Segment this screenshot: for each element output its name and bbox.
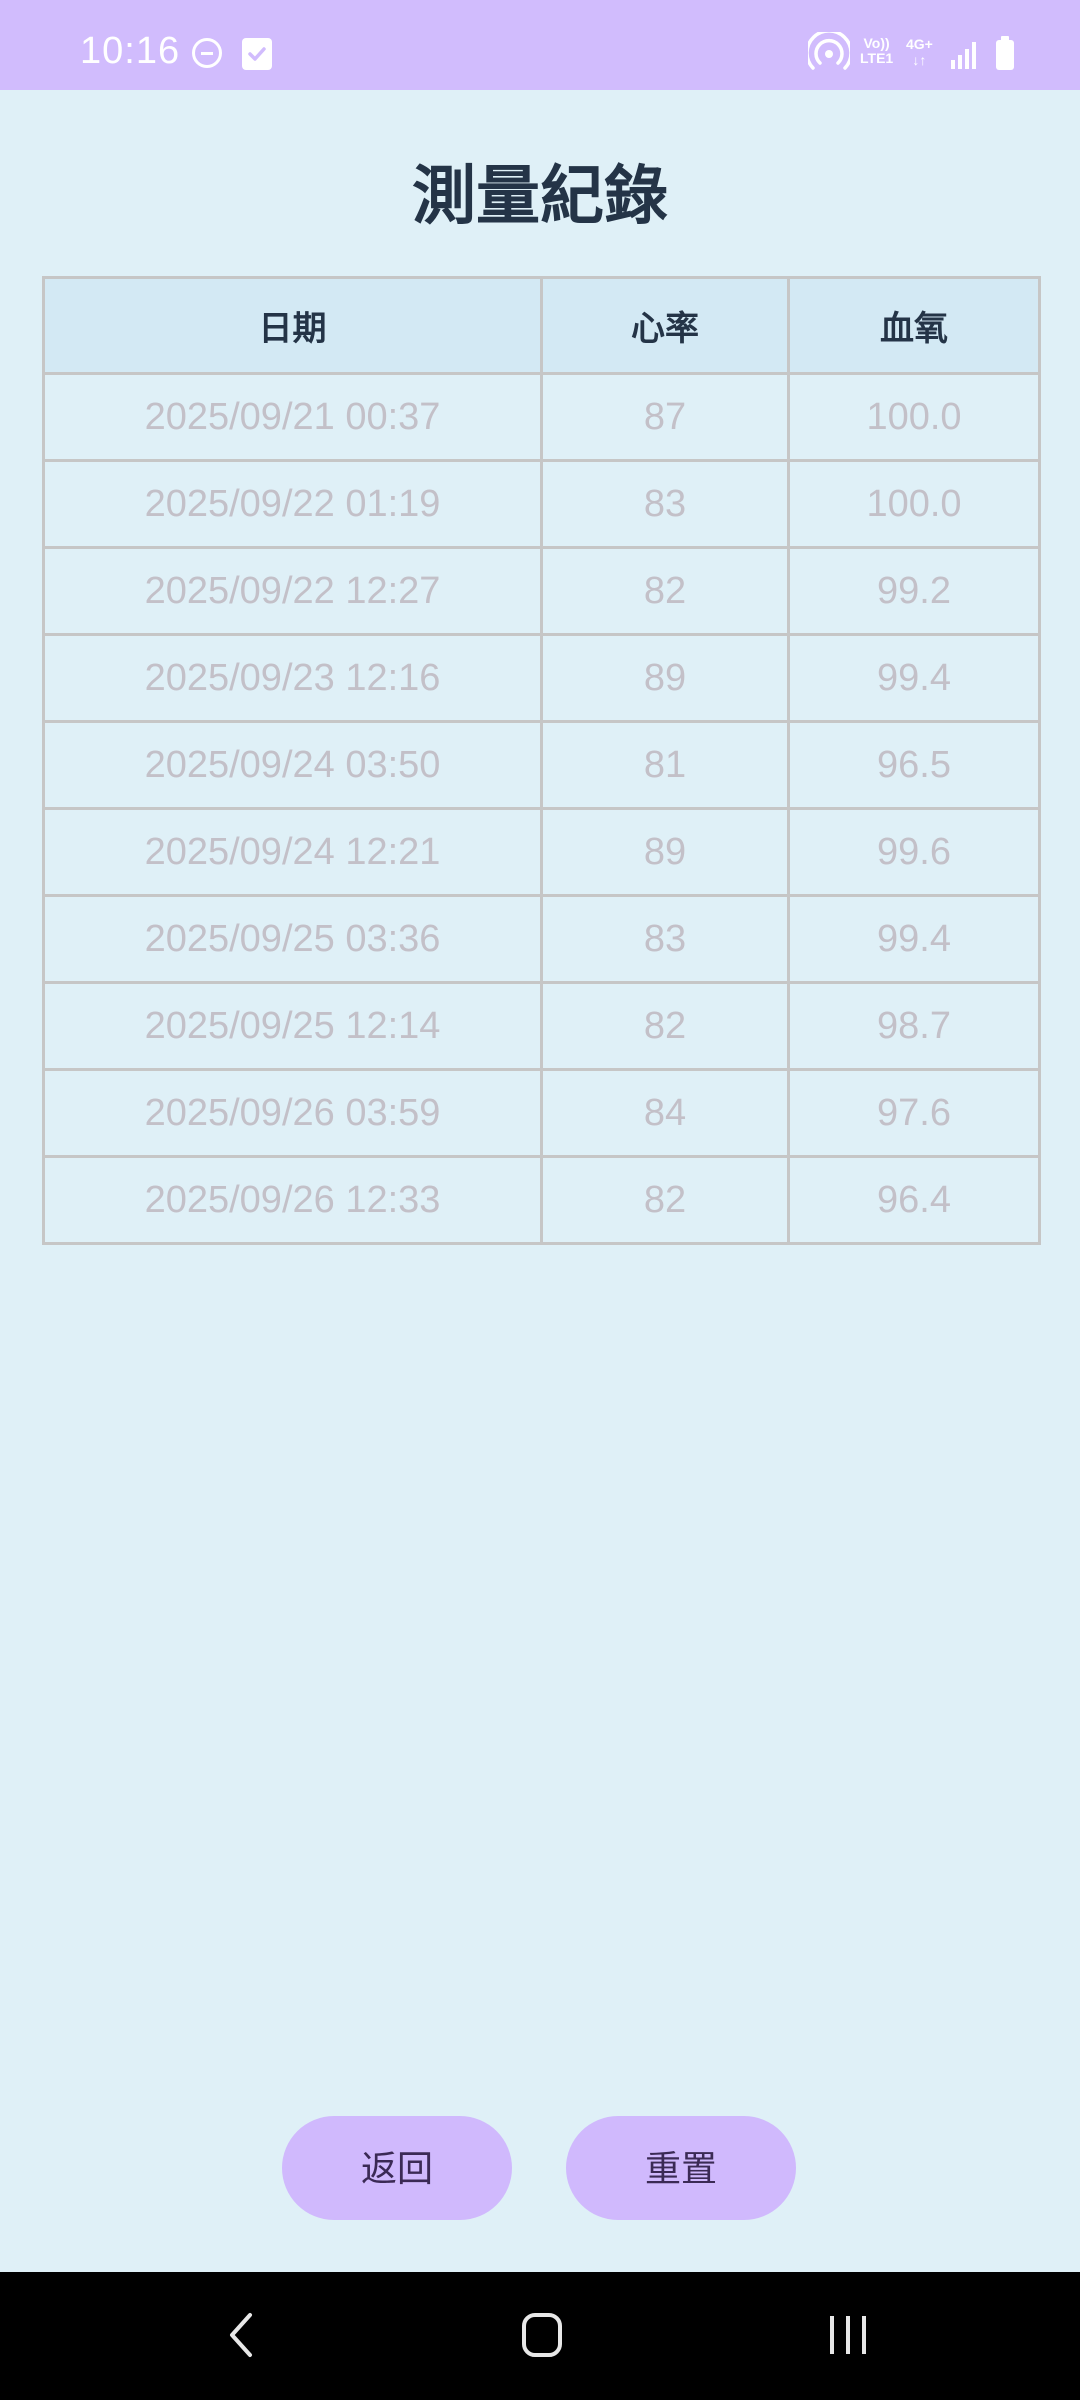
cell-heart-rate: 81: [540, 720, 790, 810]
records-table: 日期 心率 血氧 2025/09/21 00:37 87 100.0 2025/…: [42, 276, 1041, 1245]
table-row: 2025/09/24 03:50 81 96.5: [42, 720, 1041, 810]
page-title: 測量紀錄: [412, 160, 668, 234]
table-header-row: 日期 心率 血氧: [42, 276, 1041, 375]
hotspot-icon: [805, 29, 853, 76]
network-type-icon: 4G+ ↓↑: [906, 36, 933, 68]
header-date: 日期: [42, 276, 543, 375]
battery-icon: [996, 36, 1014, 70]
cell-date: 2025/09/25 12:14: [42, 981, 543, 1071]
checklist-notification-icon: [242, 38, 272, 70]
table-row: 2025/09/26 03:59 84 97.6: [42, 1068, 1041, 1158]
cell-heart-rate: 83: [540, 459, 790, 549]
cell-date: 2025/09/24 12:21: [42, 807, 543, 897]
signal-strength-icon: [950, 40, 980, 74]
navigation-bar: [0, 2272, 1080, 2400]
cell-blood-oxygen: 97.6: [787, 1068, 1041, 1158]
cell-date: 2025/09/22 12:27: [42, 546, 543, 636]
table-row: 2025/09/22 01:19 83 100.0: [42, 459, 1041, 549]
table-row: 2025/09/25 03:36 83 99.4: [42, 894, 1041, 984]
cell-heart-rate: 82: [540, 981, 790, 1071]
back-button[interactable]: 返回: [282, 2116, 512, 2220]
cell-blood-oxygen: 99.4: [787, 894, 1041, 984]
cell-blood-oxygen: 96.4: [787, 1155, 1041, 1245]
status-time: 10:16: [80, 30, 181, 72]
cell-heart-rate: 87: [540, 372, 790, 462]
table-row: 2025/09/25 12:14 82 98.7: [42, 981, 1041, 1071]
table-row: 2025/09/23 12:16 89 99.4: [42, 633, 1041, 723]
cell-heart-rate: 82: [540, 1155, 790, 1245]
cell-date: 2025/09/24 03:50: [42, 720, 543, 810]
cell-blood-oxygen: 99.2: [787, 546, 1041, 636]
status-bar: 10:16 Vo)) LTE1 4G+ ↓↑: [0, 0, 1080, 90]
cell-blood-oxygen: 100.0: [787, 372, 1041, 462]
header-heart-rate: 心率: [540, 276, 790, 375]
table-row: 2025/09/21 00:37 87 100.0: [42, 372, 1041, 462]
header-blood-oxygen: 血氧: [787, 276, 1041, 375]
network-type-label: 4G+: [906, 36, 933, 52]
cell-date: 2025/09/26 03:59: [42, 1068, 543, 1158]
volte-bottom-label: LTE1: [860, 50, 894, 66]
home-icon[interactable]: [521, 2312, 563, 2362]
cell-date: 2025/09/22 01:19: [42, 459, 543, 549]
cell-heart-rate: 82: [540, 546, 790, 636]
cell-blood-oxygen: 99.4: [787, 633, 1041, 723]
cell-blood-oxygen: 99.6: [787, 807, 1041, 897]
cell-date: 2025/09/25 03:36: [42, 894, 543, 984]
network-arrows-label: ↓↑: [912, 52, 927, 68]
recent-apps-icon[interactable]: [826, 2314, 870, 2360]
table-row: 2025/09/22 12:27 82 99.2: [42, 546, 1041, 636]
cell-heart-rate: 89: [540, 807, 790, 897]
cell-date: 2025/09/26 12:33: [42, 1155, 543, 1245]
cell-blood-oxygen: 96.5: [787, 720, 1041, 810]
cell-heart-rate: 84: [540, 1068, 790, 1158]
cell-heart-rate: 83: [540, 894, 790, 984]
table-row: 2025/09/26 12:33 82 96.4: [42, 1155, 1041, 1245]
volte-icon: Vo)) LTE1: [860, 36, 893, 66]
cell-date: 2025/09/23 12:16: [42, 633, 543, 723]
table-row: 2025/09/24 12:21 89 99.6: [42, 807, 1041, 897]
cell-heart-rate: 89: [540, 633, 790, 723]
cell-date: 2025/09/21 00:37: [42, 372, 543, 462]
cell-blood-oxygen: 100.0: [787, 459, 1041, 549]
reset-button[interactable]: 重置: [566, 2116, 796, 2220]
do-not-disturb-icon: [192, 38, 222, 68]
chevron-left-icon[interactable]: [224, 2310, 258, 2364]
volte-top-label: Vo)): [863, 35, 890, 51]
cell-blood-oxygen: 98.7: [787, 981, 1041, 1071]
